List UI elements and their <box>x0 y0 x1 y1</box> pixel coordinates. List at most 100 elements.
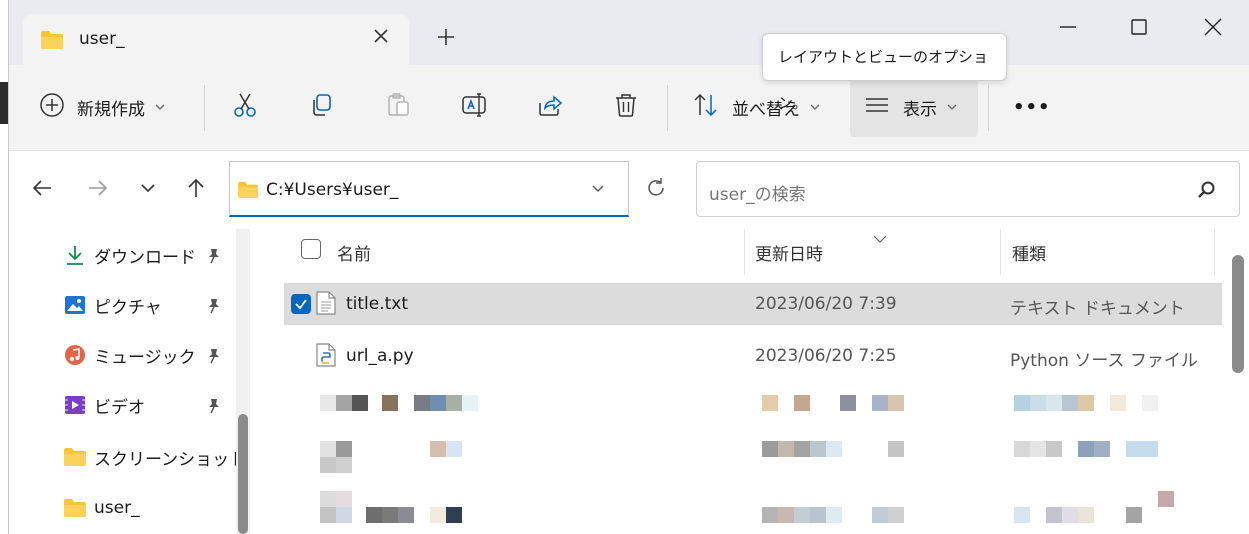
share-button[interactable] <box>536 87 564 127</box>
sidebar-item-label: ダウンロード <box>94 247 196 268</box>
navigation-scrollbar[interactable] <box>236 229 250 534</box>
column-label: 名前 <box>337 244 371 265</box>
sidebar-item-label: user_ <box>94 498 140 518</box>
recent-locations-button[interactable] <box>133 175 163 205</box>
address-row: C:¥Users¥user_ user_の検索 <box>9 151 1249 229</box>
share-icon <box>536 91 564 124</box>
toolbar-divider <box>204 85 205 131</box>
close-window-button[interactable] <box>1198 12 1228 42</box>
arrow-left-icon <box>31 177 53 204</box>
more-options-button[interactable]: ••• <box>1013 87 1051 127</box>
scrollbar-thumb[interactable] <box>238 414 248 534</box>
file-row[interactable]: title.txt 2023/06/20 7:39 テキスト ドキュメント <box>284 283 1222 325</box>
address-path: C:¥Users¥user_ <box>266 180 399 200</box>
view-button[interactable]: 表示 <box>863 87 957 127</box>
background-window-edge <box>0 0 8 534</box>
sidebar-item-pictures[interactable]: ピクチャ <box>63 290 162 320</box>
search-box[interactable]: user_の検索 <box>696 161 1240 217</box>
file-type: テキスト ドキュメント <box>1010 299 1185 319</box>
view-button-label: 表示 <box>903 99 937 120</box>
file-date: 2023/06/20 7:25 <box>755 346 897 366</box>
sidebar-item-label: ミュージック <box>94 347 196 368</box>
toolbar-divider <box>988 85 989 131</box>
new-tab-button[interactable] <box>433 26 459 52</box>
pin-icon[interactable] <box>205 247 223 265</box>
scrollbar-thumb[interactable] <box>1232 255 1244 373</box>
new-button[interactable]: 新規作成 <box>39 87 165 127</box>
rename-button[interactable] <box>460 87 488 127</box>
sort-icon <box>692 91 720 124</box>
column-divider[interactable] <box>1214 229 1215 275</box>
search-input[interactable]: user_の検索 <box>709 180 806 205</box>
address-bar[interactable]: C:¥Users¥user_ <box>229 161 629 217</box>
folder-icon <box>40 30 64 55</box>
folder-icon <box>237 181 259 204</box>
file-type: Python ソース ファイル <box>1010 351 1198 371</box>
sort-descending-icon <box>872 229 888 249</box>
delete-icon <box>612 91 640 124</box>
tab-user[interactable]: user_ <box>23 14 409 65</box>
copy-button[interactable] <box>308 87 336 127</box>
sidebar-item-downloads[interactable]: ダウンロード <box>63 240 196 270</box>
back-button[interactable] <box>27 175 57 205</box>
pin-icon[interactable] <box>205 347 223 365</box>
sidebar-item-screenshots[interactable]: スクリーンショット <box>63 442 246 472</box>
search-icon <box>1197 180 1217 205</box>
cut-icon <box>231 91 259 124</box>
video-icon <box>63 393 87 417</box>
file-list: 名前 更新日時 種類 title.txt 2023/06/20 7:39 テキス… <box>257 229 1249 534</box>
view-options-tooltip: レイアウトとビューのオプション。 <box>762 33 1007 112</box>
row-checkbox[interactable] <box>291 294 311 314</box>
sidebar-item-music[interactable]: ミュージック <box>63 340 196 370</box>
toolbar-divider <box>667 85 668 131</box>
pictures-icon <box>63 293 87 317</box>
tab-title: user_ <box>79 29 125 49</box>
file-date: 2023/06/20 7:39 <box>755 294 897 314</box>
chevron-down-icon <box>155 101 165 114</box>
cut-button[interactable] <box>231 87 259 127</box>
up-button[interactable] <box>181 175 211 205</box>
delete-button[interactable] <box>612 87 640 127</box>
column-divider[interactable] <box>1000 229 1001 275</box>
file-list-scrollbar[interactable] <box>1226 229 1249 534</box>
title-bar: user_ <box>9 0 1249 65</box>
column-label: 種類 <box>1012 244 1046 265</box>
file-name: url_a.py <box>346 346 414 366</box>
minimize-button[interactable] <box>1053 12 1083 42</box>
forward-button[interactable] <box>83 175 113 205</box>
file-explorer-window: user_ 新規作成 並べ替え 表示 ••• レイアウトとビューのオプション。 … <box>8 0 1249 534</box>
folder-icon <box>63 445 87 469</box>
command-bar: 新規作成 並べ替え 表示 ••• <box>9 65 1249 151</box>
chevron-down-icon[interactable] <box>590 180 606 201</box>
folder-icon <box>63 496 87 520</box>
column-label: 更新日時 <box>755 244 823 265</box>
sidebar-item-label: ピクチャ <box>94 297 162 318</box>
arrow-right-icon <box>87 177 109 204</box>
sidebar-item-videos[interactable]: ビデオ <box>63 390 145 420</box>
arrow-up-icon <box>185 177 207 204</box>
chevron-down-icon <box>947 101 957 114</box>
maximize-button[interactable] <box>1124 12 1154 42</box>
column-header-name[interactable]: 名前 <box>337 229 371 275</box>
column-header-type[interactable]: 種類 <box>1012 229 1046 275</box>
paste-button[interactable] <box>384 87 412 127</box>
pin-icon[interactable] <box>205 397 223 415</box>
sidebar-item-user[interactable]: user_ <box>63 493 140 523</box>
refresh-icon <box>644 176 668 205</box>
select-all-checkbox[interactable] <box>301 239 321 259</box>
navigation-pane: ダウンロード ピクチャ ミュージック ビデオ スクリーンショット user_ <box>9 229 257 534</box>
column-divider[interactable] <box>744 229 745 275</box>
text-file-icon <box>316 291 336 320</box>
file-row[interactable]: url_a.py 2023/06/20 7:25 Python ソース ファイル <box>284 335 1222 377</box>
download-icon <box>63 243 87 267</box>
column-header-date[interactable]: 更新日時 <box>755 229 823 275</box>
add-circle-icon <box>39 92 65 123</box>
sidebar-item-label: ビデオ <box>94 397 145 418</box>
copy-icon <box>308 91 336 124</box>
pin-icon[interactable] <box>205 297 223 315</box>
new-button-label: 新規作成 <box>77 99 145 120</box>
close-tab-icon[interactable] <box>369 26 393 50</box>
chevron-down-icon <box>810 101 820 114</box>
refresh-button[interactable] <box>641 175 671 205</box>
music-icon <box>63 343 87 367</box>
